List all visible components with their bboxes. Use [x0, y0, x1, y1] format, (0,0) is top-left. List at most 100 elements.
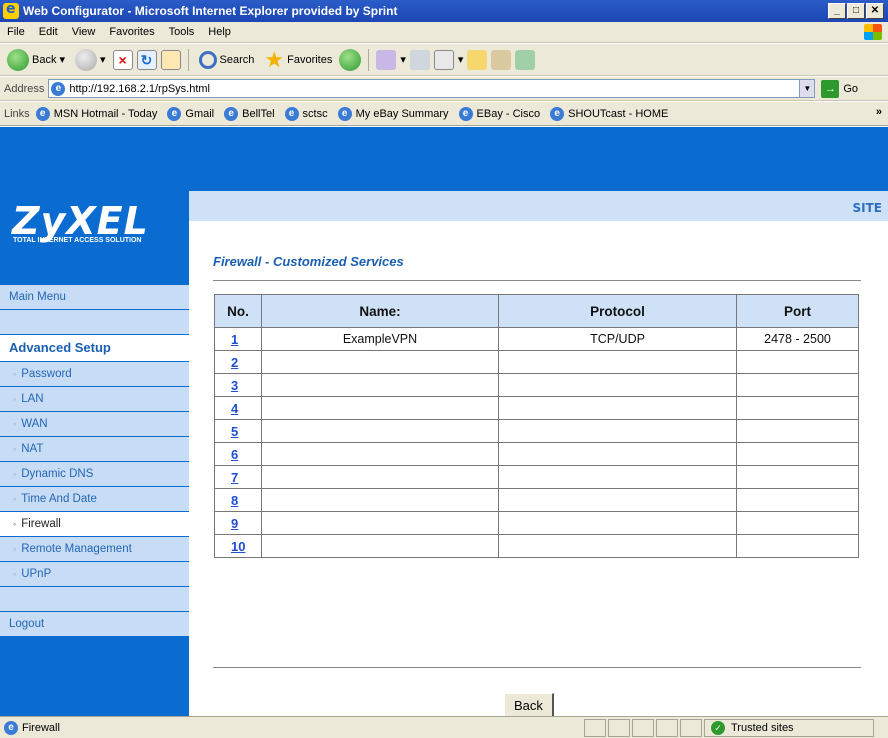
- toolbar-separator: [368, 48, 370, 71]
- forward-dropdown-icon[interactable]: ▾: [100, 53, 106, 66]
- menu-view[interactable]: View: [65, 26, 103, 38]
- resize-grip-icon[interactable]: [874, 719, 888, 737]
- service-link[interactable]: 4: [231, 401, 238, 416]
- favorites-button[interactable]: ★ Favorites: [261, 47, 335, 73]
- row-port-cell: [736, 534, 859, 558]
- row-port-cell: [736, 419, 859, 443]
- service-link[interactable]: 10: [231, 539, 245, 554]
- stop-icon[interactable]: ×: [112, 49, 133, 70]
- address-dropdown-icon[interactable]: ▼: [799, 80, 815, 97]
- status-pane: [680, 718, 702, 737]
- row-port-cell: [736, 373, 859, 397]
- sidebar-item-nat[interactable]: NAT: [0, 437, 189, 462]
- print-icon[interactable]: [409, 49, 430, 70]
- links-label: Links: [4, 107, 30, 120]
- zone-label: Trusted sites: [731, 721, 794, 734]
- favorites-star-icon: ★: [264, 46, 285, 72]
- link-belltel[interactable]: e BellTel: [224, 106, 275, 121]
- sidebar-section-advanced-setup: Advanced Setup: [0, 335, 189, 362]
- menu-favorites[interactable]: Favorites: [102, 26, 161, 38]
- row-port-cell: [736, 511, 859, 535]
- row-no-cell: 6: [214, 442, 262, 466]
- row-name-cell: [261, 534, 499, 558]
- sidebar-spacer: [0, 310, 189, 335]
- link-page-icon: e: [35, 106, 50, 121]
- link-label: My eBay Summary: [355, 107, 449, 120]
- sidebar-item-dynamic-dns[interactable]: Dynamic DNS: [0, 462, 189, 487]
- minimize-button[interactable]: _: [828, 3, 846, 19]
- header-strip: SITE: [189, 191, 888, 221]
- row-protocol-cell: [498, 373, 737, 397]
- table-row: 4: [214, 396, 859, 420]
- menu-tools[interactable]: Tools: [162, 26, 202, 38]
- customized-services-table: No. Name: Protocol Port 1 ExampleVPN TCP/U…: [214, 294, 859, 558]
- sidebar-item-password[interactable]: Password: [0, 362, 189, 387]
- search-label: Search: [219, 53, 255, 66]
- maximize-button[interactable]: □: [847, 3, 865, 19]
- research-icon[interactable]: [491, 49, 512, 70]
- menu-edit[interactable]: Edit: [32, 26, 65, 38]
- link-gmail[interactable]: e Gmail: [167, 106, 214, 121]
- mail-dropdown-icon[interactable]: ▾: [400, 53, 406, 66]
- search-button[interactable]: Search: [196, 47, 258, 73]
- service-link[interactable]: 9: [231, 516, 238, 531]
- address-input[interactable]: e http://192.168.2.1/rpSys.html ▼: [48, 79, 816, 98]
- ie-icon: [3, 1, 19, 19]
- row-protocol-cell: [498, 465, 737, 489]
- forward-button[interactable]: ▾: [72, 47, 109, 73]
- link-page-icon: e: [224, 106, 239, 121]
- row-no-cell: 4: [214, 396, 262, 420]
- row-protocol-cell: TCP/UDP: [498, 327, 737, 351]
- go-button[interactable]: → Go: [821, 79, 858, 98]
- sidebar-item-firewall[interactable]: Firewall: [0, 512, 189, 537]
- column-header-protocol: Protocol: [498, 294, 737, 328]
- menu-file[interactable]: File: [0, 26, 32, 38]
- links-overflow-icon[interactable]: »: [876, 106, 882, 118]
- link-shoutcast-home[interactable]: e SHOUTcast - HOME: [550, 106, 668, 121]
- refresh-icon[interactable]: ↻: [136, 49, 157, 70]
- close-button[interactable]: ✕: [866, 3, 884, 19]
- service-link[interactable]: 8: [231, 493, 238, 508]
- service-link[interactable]: 7: [231, 470, 238, 485]
- link-ebay-cisco[interactable]: e EBay - Cisco: [458, 106, 540, 121]
- header-band: [0, 127, 888, 191]
- history-icon[interactable]: [339, 48, 362, 71]
- sidebar-item-upnp[interactable]: UPnP: [0, 562, 189, 587]
- sidebar-item-remote-management[interactable]: Remote Management: [0, 537, 189, 562]
- sidebar-item-main-menu[interactable]: Main Menu: [0, 285, 189, 310]
- sidebar-item-logout[interactable]: Logout: [0, 612, 189, 637]
- link-sctsc[interactable]: e sctsc: [284, 106, 328, 121]
- sidebar-item-lan[interactable]: LAN: [0, 387, 189, 412]
- window-title: Web Configurator - Microsoft Internet Ex…: [23, 4, 398, 18]
- address-url[interactable]: http://192.168.2.1/rpSys.html: [69, 83, 210, 95]
- back-page-button[interactable]: Back: [504, 693, 554, 716]
- folder-icon[interactable]: [467, 49, 488, 70]
- status-text-area: e Firewall: [0, 720, 582, 735]
- row-name-cell: ExampleVPN: [261, 327, 499, 351]
- mail-icon[interactable]: [376, 49, 397, 70]
- link-my-ebay-summary[interactable]: e My eBay Summary: [337, 106, 449, 121]
- column-header-name: Name:: [261, 294, 499, 328]
- home-icon[interactable]: [160, 49, 181, 70]
- sidebar-item-time-and-date[interactable]: Time And Date: [0, 487, 189, 512]
- row-port-cell: [736, 465, 859, 489]
- service-link[interactable]: 3: [231, 378, 238, 393]
- service-link[interactable]: 1: [231, 332, 238, 347]
- favorites-label: Favorites: [287, 53, 333, 66]
- service-link[interactable]: 6: [231, 447, 238, 462]
- table-row: 5: [214, 419, 859, 443]
- link-msn-hotmail[interactable]: e MSN Hotmail - Today: [35, 106, 157, 121]
- edit-icon[interactable]: [433, 49, 454, 70]
- sidebar-spacer: [0, 587, 189, 612]
- edit-dropdown-icon[interactable]: ▾: [458, 53, 464, 66]
- security-zone[interactable]: ✓ Trusted sites: [704, 718, 874, 737]
- back-dropdown-icon[interactable]: ▾: [59, 53, 65, 66]
- service-link[interactable]: 2: [231, 355, 238, 370]
- service-link[interactable]: 5: [231, 424, 238, 439]
- menu-help[interactable]: Help: [201, 26, 238, 38]
- sidebar-item-wan[interactable]: WAN: [0, 412, 189, 437]
- messenger-icon[interactable]: [515, 49, 536, 70]
- back-button[interactable]: Back ▾: [4, 47, 68, 73]
- page-icon: e: [51, 81, 66, 96]
- row-name-cell: [261, 511, 499, 535]
